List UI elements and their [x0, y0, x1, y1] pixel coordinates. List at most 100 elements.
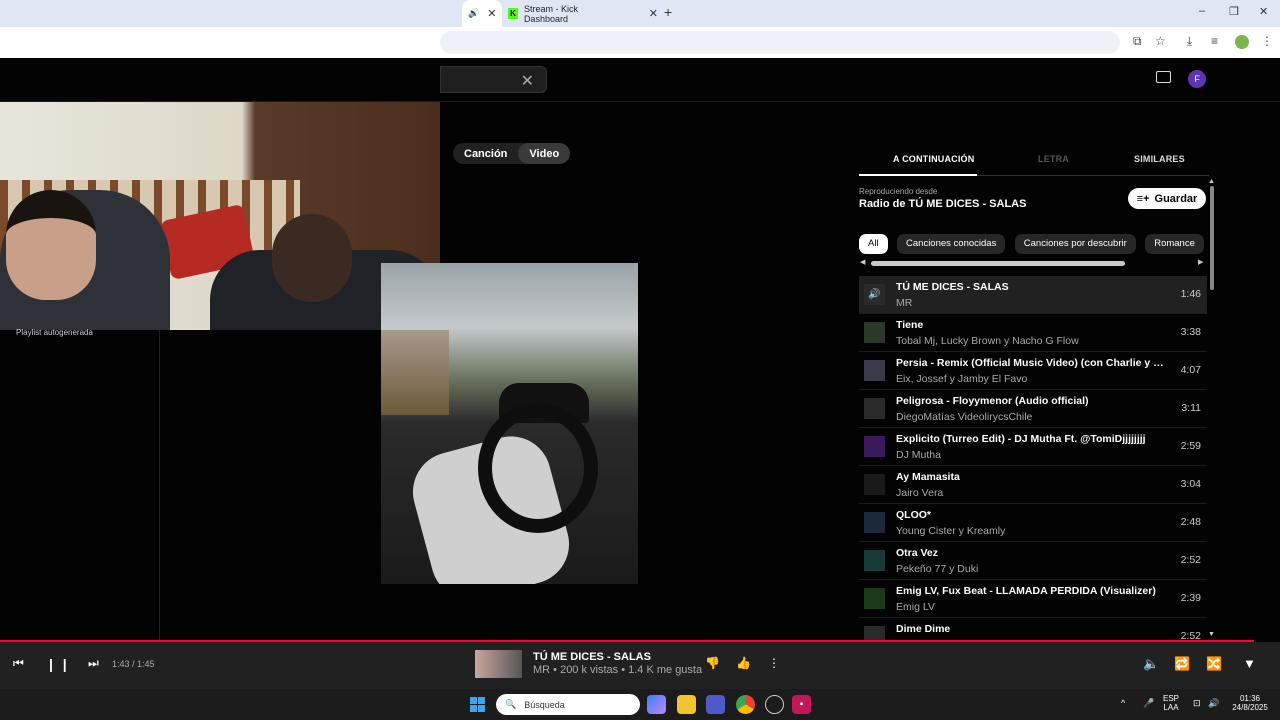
repeat-icon[interactable]: 🔁	[1174, 656, 1190, 672]
playlist-add-icon: ≡+	[1136, 192, 1150, 205]
queue-row[interactable]: 🔊 TÚ ME DICES - SALAS MR 1:46	[859, 276, 1207, 314]
chevron-up-icon[interactable]: ^	[1121, 698, 1125, 708]
search-input[interactable]: ✕	[440, 66, 547, 93]
address-bar[interactable]	[440, 31, 1120, 54]
playing-from-label: Reproduciendo desde	[859, 187, 938, 196]
queue-scrollbar[interactable]	[1210, 186, 1214, 290]
toggle-song[interactable]: Canción	[453, 143, 518, 164]
kebab-menu-icon[interactable]: ⋮	[1261, 34, 1273, 48]
previous-icon[interactable]: ⏮	[13, 656, 24, 671]
chip-familiar[interactable]: Canciones conocidas	[897, 234, 1006, 254]
teams-icon[interactable]	[706, 695, 725, 714]
track-artist: Tobal Mj, Lucky Brown y Nacho G Flow	[896, 335, 1079, 347]
track-thumbnail[interactable]	[864, 550, 885, 571]
ytmusic-header: ✕ F	[0, 58, 1280, 102]
save-button[interactable]: ≡+ Guardar	[1128, 188, 1206, 209]
windows-start-icon[interactable]	[470, 697, 485, 712]
queue-row[interactable]: Explicito (Turreo Edit) - DJ Mutha Ft. @…	[859, 428, 1207, 466]
track-thumbnail[interactable]	[864, 360, 885, 381]
dislike-icon[interactable]: 👎	[705, 656, 720, 670]
scroll-down-icon[interactable]: ▼	[1208, 631, 1215, 638]
chip-all[interactable]: All	[859, 234, 888, 254]
queue-row[interactable]: Emig LV, Fux Beat - LLAMADA PERDIDA (Vis…	[859, 580, 1207, 618]
restore-button[interactable]: ❐	[1229, 5, 1239, 18]
filter-chips: All Canciones conocidas Canciones por de…	[859, 233, 1207, 255]
track-title: TÚ ME DICES - SALAS	[896, 281, 1009, 293]
track-title: Otra Vez	[896, 547, 939, 559]
app-icon[interactable]: ▪	[792, 695, 811, 714]
xbox-icon[interactable]	[765, 695, 784, 714]
player-bar: ⏮ | | ⏭ 1:43 / 1:45 TÚ ME DICES - SALAS …	[0, 642, 1280, 689]
track-thumbnail[interactable]	[864, 436, 885, 457]
tab-kick-dashboard[interactable]: K Stream - Kick Dashboard ✕	[502, 0, 658, 27]
bookmark-star-icon[interactable]: ☆	[1155, 34, 1166, 48]
profile-avatar[interactable]	[1235, 35, 1249, 49]
media-control-icon[interactable]: ≡	[1211, 34, 1218, 48]
search-icon: 🔍	[505, 699, 517, 709]
queue-row[interactable]: Tiene Tobal Mj, Lucky Brown y Nacho G Flo…	[859, 314, 1207, 352]
tab-lyrics[interactable]: LETRA	[1038, 154, 1069, 164]
track-duration: 2:59	[1180, 440, 1201, 452]
track-thumbnail[interactable]	[864, 322, 885, 343]
track-thumbnail[interactable]	[864, 474, 885, 495]
now-playing-speaker-icon[interactable]: 🔊	[864, 284, 885, 305]
now-playing-title[interactable]: TÚ ME DICES - SALAS	[533, 651, 651, 663]
track-thumbnail[interactable]	[864, 398, 885, 419]
like-icon[interactable]: 👍	[736, 656, 751, 670]
next-icon[interactable]: ⏭	[88, 656, 99, 671]
close-icon[interactable]: ✕	[487, 7, 496, 20]
chrome-icon[interactable]	[736, 695, 755, 714]
track-thumbnail[interactable]	[864, 588, 885, 609]
clock[interactable]: 01:36 24/8/2025	[1228, 694, 1272, 712]
cast-icon[interactable]	[1156, 71, 1171, 83]
scroll-left-icon[interactable]: ◀	[860, 258, 865, 266]
chip-discover[interactable]: Canciones por descubrir	[1014, 234, 1136, 254]
account-avatar[interactable]: F	[1188, 70, 1206, 88]
language-indicator[interactable]: ESP LAA	[1163, 694, 1179, 712]
queue-row[interactable]: QLOO* Young Cister y Kreamly 2:48	[859, 504, 1207, 542]
track-artist: Pekeño 77 y Duki	[896, 563, 979, 575]
copilot-icon[interactable]	[647, 695, 666, 714]
queue-row[interactable]: Dime Dime 2:52	[859, 618, 1207, 640]
queue-row[interactable]: Ay Mamasita Jairo Vera 3:04	[859, 466, 1207, 504]
save-label: Guardar	[1154, 192, 1198, 205]
new-tab-button[interactable]: +	[664, 4, 672, 20]
track-thumbnail[interactable]	[864, 626, 885, 640]
microphone-icon[interactable]: 🎤	[1143, 698, 1154, 709]
chip-romance[interactable]: Romance	[1145, 234, 1204, 254]
taskbar-search[interactable]: 🔍 Búsqueda	[496, 694, 640, 715]
more-options-icon[interactable]: ⋮	[768, 656, 780, 670]
now-playing-thumbnail[interactable]	[475, 650, 522, 678]
tab-related[interactable]: SIMILARES	[1134, 154, 1185, 164]
close-icon[interactable]: ✕	[649, 7, 658, 20]
track-artist: Young Cister y Kreamly	[896, 525, 1006, 537]
tab-up-next[interactable]: A CONTINUACIÓN	[893, 154, 974, 164]
video-player[interactable]	[381, 263, 638, 584]
queue-row[interactable]: Persia - Remix (Official Music Video) (c…	[859, 352, 1207, 390]
install-app-icon[interactable]: ⧉	[1133, 34, 1142, 49]
volume-icon[interactable]: 🔈	[1143, 656, 1159, 672]
minimize-button[interactable]: –	[1199, 5, 1205, 17]
network-icon[interactable]: ⊡	[1193, 698, 1201, 709]
close-icon[interactable]: ✕	[521, 71, 534, 91]
toggle-video[interactable]: Video	[518, 143, 571, 164]
volume-tray-icon[interactable]: 🔊	[1208, 698, 1219, 709]
close-window-button[interactable]: ✕	[1259, 5, 1268, 18]
shuffle-icon[interactable]: 🔀	[1206, 656, 1222, 672]
track-title: Peligrosa - Floyymenor (Audio official)	[896, 395, 1089, 407]
car-window	[381, 330, 449, 415]
download-icon[interactable]: ⤓	[1187, 34, 1192, 49]
side-panel-tabs: A CONTINUACIÓN LETRA SIMILARES	[859, 145, 1209, 176]
chip-scrollbar[interactable]	[871, 261, 1125, 266]
track-thumbnail[interactable]	[864, 512, 885, 533]
pause-button[interactable]: | |	[49, 656, 70, 672]
track-duration: 4:07	[1180, 364, 1201, 376]
expand-icon[interactable]: ▼	[1243, 656, 1256, 671]
queue-row[interactable]: Peligrosa - Floyymenor (Audio official) D…	[859, 390, 1207, 428]
scroll-up-icon[interactable]: ▲	[1208, 178, 1215, 185]
tab-youtube-music[interactable]: 🔊 ✕	[462, 0, 502, 27]
scroll-right-icon[interactable]: ▶	[1198, 258, 1203, 266]
queue-row[interactable]: Otra Vez Pekeño 77 y Duki 2:52	[859, 542, 1207, 580]
file-explorer-icon[interactable]	[677, 695, 696, 714]
track-duration: 2:39	[1180, 592, 1201, 604]
